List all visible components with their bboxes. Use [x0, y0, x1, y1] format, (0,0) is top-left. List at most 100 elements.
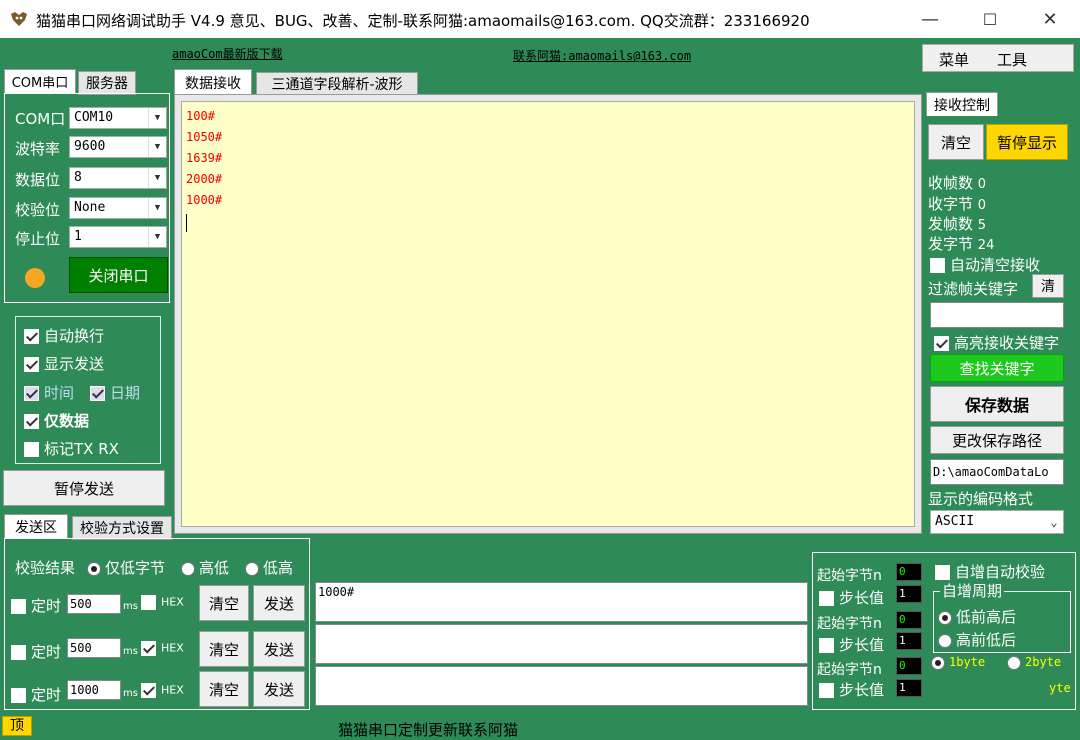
radio-2byte[interactable]: 2byte	[1007, 655, 1061, 670]
radio-1byte[interactable]: 1byte	[931, 655, 985, 670]
receive-line: 1050#	[186, 130, 223, 144]
close-port-button[interactable]: 关闭串口	[69, 257, 168, 293]
tab-three-channel-wave[interactable]: 三通道字段解析-波形	[256, 72, 418, 96]
download-link[interactable]: amaoCom最新版下载	[172, 45, 283, 62]
send-button-3[interactable]: 发送	[253, 671, 305, 707]
time-checkbox[interactable]: 时间	[24, 382, 74, 403]
receive-text-area[interactable]: 100# 1050# 1639# 2000# 1000#	[181, 101, 915, 527]
timer-checkbox-3[interactable]: 定时	[11, 684, 61, 705]
find-keyword-button[interactable]: 查找关键字	[930, 354, 1064, 382]
checkbox-checked-icon	[934, 336, 949, 351]
port-status-indicator	[25, 268, 45, 288]
clear-button-3[interactable]: 清空	[199, 671, 249, 707]
timer-interval-input-3[interactable]: 1000	[67, 680, 121, 700]
menu-item-tools[interactable]: 工具	[997, 49, 1027, 70]
start-byte-input-2[interactable]: 0	[896, 611, 922, 629]
start-byte-input-1[interactable]: 0	[896, 563, 922, 581]
tx-bytes-stat: 发字节 24	[928, 235, 995, 253]
window-title: 猫猫串口网络调试助手 V4.9 意见、BUG、改善、定制-联系阿猫:amaoma…	[36, 12, 810, 30]
start-byte-label: 起始字节n	[817, 662, 882, 678]
encoding-label: 显示的编码格式	[928, 490, 1034, 508]
save-data-button[interactable]: 保存数据	[930, 386, 1064, 422]
start-byte-label: 起始字节n	[817, 568, 882, 584]
filter-keyword-input[interactable]	[930, 302, 1064, 328]
highlight-keyword-checkbox[interactable]: 高亮接收关键字	[934, 332, 1059, 353]
radio-low-first[interactable]: 低前高后	[938, 606, 1016, 627]
timer-checkbox-1[interactable]: 定时	[11, 595, 61, 616]
maximize-button[interactable]: ☐	[960, 0, 1020, 38]
receive-line: 1000#	[186, 193, 223, 207]
timer-interval-input-2[interactable]: 500	[67, 638, 121, 658]
clear-button-1[interactable]: 清空	[199, 585, 249, 621]
com-port-label: COM口	[15, 110, 66, 128]
port-settings-panel: COM口 COM10 ▼ 波特率 9600 ▼ 数据位 8 ▼ 校验位 None ▼ 停…	[4, 93, 170, 303]
radio-low-high[interactable]: 低高	[245, 557, 293, 578]
hex-checkbox-2[interactable]: HEX	[141, 641, 184, 656]
parity-label: 校验位	[15, 201, 61, 219]
radio-selected-icon	[931, 655, 945, 670]
minimize-button[interactable]: —	[900, 0, 960, 38]
step-checkbox-3[interactable]: 步长值	[819, 679, 884, 700]
increment-period-group: 自增周期 低前高后 高前低后	[933, 580, 1071, 653]
auto-check-checkbox[interactable]: 自增自动校验	[935, 561, 1045, 582]
menu-bar: 菜单 工具	[922, 44, 1074, 72]
start-byte-input-3[interactable]: 0	[896, 657, 922, 675]
tab-receive-control[interactable]: 接收控制	[926, 92, 998, 116]
step-checkbox-2[interactable]: 步长值	[819, 634, 884, 655]
save-path-input[interactable]: D:\amaoComDataLo	[930, 459, 1064, 485]
tab-data-receive[interactable]: 数据接收	[174, 69, 252, 95]
ms-label: ms	[123, 601, 138, 612]
date-checkbox[interactable]: 日期	[90, 382, 140, 403]
ms-label: ms	[123, 688, 138, 699]
data-bits-select[interactable]: 8 ▼	[69, 167, 167, 189]
tab-send-area[interactable]: 发送区	[4, 514, 68, 538]
parity-select[interactable]: None ▼	[69, 197, 167, 219]
com-port-select[interactable]: COM10 ▼	[69, 107, 167, 129]
clear-receive-button[interactable]: 清空	[928, 124, 984, 160]
send-button-2[interactable]: 发送	[253, 631, 305, 667]
contact-link[interactable]: 联系阿猫:amaomails@163.com	[513, 47, 691, 64]
tab-checksum-settings[interactable]: 校验方式设置	[72, 516, 172, 540]
radio-high-low[interactable]: 高低	[181, 557, 229, 578]
send-text-input-3[interactable]	[315, 666, 808, 706]
stop-bits-select[interactable]: 1 ▼	[69, 226, 167, 248]
top-toggle-button[interactable]: 顶	[2, 716, 32, 736]
data-bits-label: 数据位	[15, 171, 61, 189]
checkbox-checked-icon	[24, 329, 39, 344]
send-text-input-2[interactable]	[315, 624, 808, 664]
timer-checkbox-2[interactable]: 定时	[11, 641, 61, 662]
encoding-select[interactable]: ASCII ⌄	[930, 510, 1064, 534]
receive-frame: 100# 1050# 1639# 2000# 1000#	[174, 94, 922, 534]
timer-interval-input-1[interactable]: 500	[67, 594, 121, 614]
checkbox-checked-icon	[141, 641, 156, 656]
mark-txrx-checkbox[interactable]: 标记TX RX	[24, 438, 119, 459]
send-text-input-1[interactable]: 1000#	[315, 582, 808, 622]
tab-com-port[interactable]: COM串口	[4, 69, 76, 93]
pause-send-button[interactable]: 暂停发送	[3, 470, 165, 506]
dropdown-arrow-icon: ▼	[148, 108, 166, 128]
baud-rate-label: 波特率	[15, 140, 61, 158]
step-input-1[interactable]: 1	[896, 585, 922, 603]
close-button[interactable]: ✕	[1020, 0, 1080, 38]
auto-clear-checkbox[interactable]: 自动清空接收	[930, 254, 1040, 275]
radio-high-first[interactable]: 高前低后	[938, 629, 1016, 650]
show-send-checkbox[interactable]: 显示发送	[24, 353, 104, 374]
clear-button-2[interactable]: 清空	[199, 631, 249, 667]
hex-checkbox-3[interactable]: HEX	[141, 683, 184, 698]
step-checkbox-1[interactable]: 步长值	[819, 587, 884, 608]
radio-low-byte[interactable]: 仅低字节	[87, 557, 165, 578]
change-save-path-button[interactable]: 更改保存路径	[930, 426, 1064, 454]
data-only-checkbox[interactable]: 仅数据	[24, 410, 89, 431]
hex-checkbox-1[interactable]: HEX	[141, 595, 184, 610]
step-input-3[interactable]: 1	[896, 679, 922, 697]
checkbox-unchecked-icon	[11, 599, 26, 614]
menu-item-menu[interactable]: 菜单	[939, 49, 969, 70]
auto-wrap-checkbox[interactable]: 自动换行	[24, 325, 104, 346]
filter-clear-button[interactable]: 清	[1032, 274, 1064, 298]
pause-display-button[interactable]: 暂停显示	[986, 124, 1068, 160]
step-input-2[interactable]: 1	[896, 632, 922, 650]
baud-rate-select[interactable]: 9600 ▼	[69, 136, 167, 158]
tab-server[interactable]: 服务器	[78, 71, 136, 95]
checkbox-unchecked-icon	[11, 688, 26, 703]
send-button-1[interactable]: 发送	[253, 585, 305, 621]
